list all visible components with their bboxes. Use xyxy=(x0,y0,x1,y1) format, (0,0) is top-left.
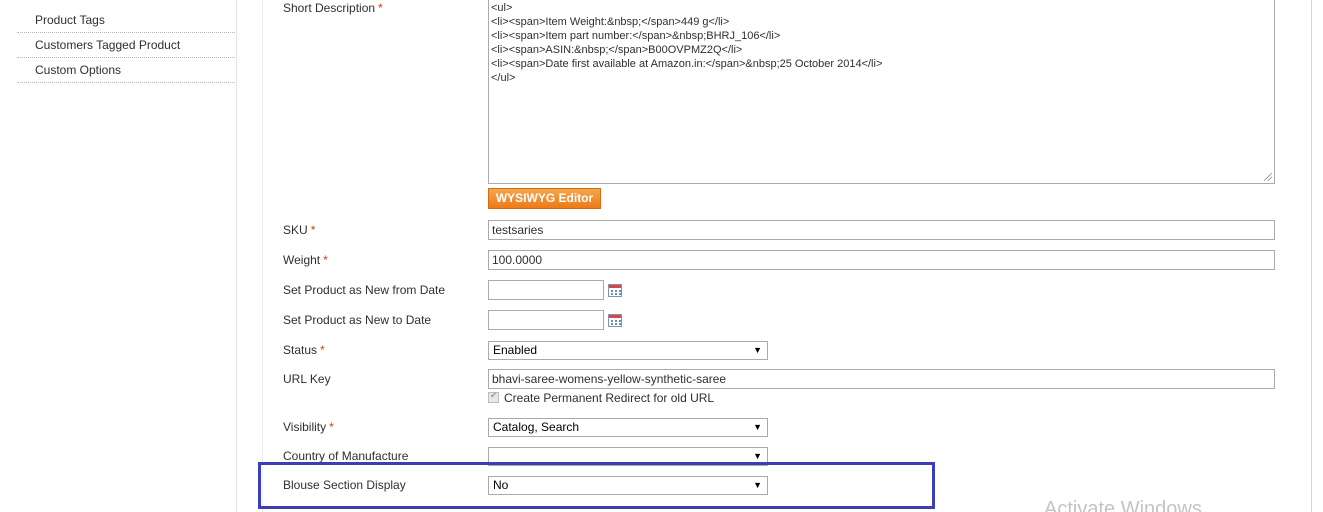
status-value: Enabled xyxy=(493,343,538,357)
visibility-select[interactable]: Catalog, Search ▼ xyxy=(488,418,768,437)
calendar-icon[interactable] xyxy=(608,284,622,297)
permanent-redirect-checkbox[interactable] xyxy=(488,390,499,403)
sku-label: SKU * xyxy=(283,223,316,237)
permanent-redirect-label: Create Permanent Redirect for old URL xyxy=(504,391,715,405)
required-mark: * xyxy=(310,223,316,237)
visibility-label: Visibility * xyxy=(283,420,334,434)
required-mark: * xyxy=(320,343,325,357)
sku-input[interactable]: testsaries xyxy=(488,220,1275,240)
new-to-date-label: Set Product as New to Date xyxy=(283,313,432,327)
required-mark: * xyxy=(329,420,334,434)
highlight-box xyxy=(258,462,935,509)
activate-windows-watermark: Activate Windows xyxy=(1044,498,1202,512)
weight-label: Weight * xyxy=(283,253,328,267)
content-divider xyxy=(236,0,237,512)
country-of-manufacture-label: Country of Manufacture xyxy=(283,449,409,463)
new-from-date-input[interactable] xyxy=(488,280,604,300)
visibility-value: Catalog, Search xyxy=(493,420,580,434)
short-description-textarea[interactable]: <ul> <li><span>Item Weight:&nbsp;</span>… xyxy=(488,0,1275,184)
required-mark: * xyxy=(323,253,328,267)
sidebar: Product Tags Customers Tagged Product Cu… xyxy=(17,0,237,83)
weight-input[interactable]: 100.0000 xyxy=(488,250,1275,270)
chevron-down-icon: ▼ xyxy=(753,422,762,432)
required-mark: * xyxy=(378,1,383,15)
new-to-date-input[interactable] xyxy=(488,310,604,330)
new-from-date-label: Set Product as New from Date xyxy=(283,283,446,297)
short-description-value: <ul> <li><span>Item Weight:&nbsp;</span>… xyxy=(491,2,883,84)
calendar-icon[interactable] xyxy=(608,314,622,327)
chevron-down-icon: ▼ xyxy=(753,345,762,355)
sidebar-item-product-tags[interactable]: Product Tags xyxy=(17,0,237,33)
permanent-redirect-row: Create Permanent Redirect for old URL xyxy=(488,390,715,405)
status-label: Status * xyxy=(283,343,325,357)
url-key-label: URL Key xyxy=(283,372,331,386)
status-select[interactable]: Enabled ▼ xyxy=(488,341,768,360)
short-description-label: Short Description * xyxy=(283,1,383,15)
sidebar-item-customers-tagged-product[interactable]: Customers Tagged Product xyxy=(17,33,237,58)
url-key-input[interactable]: bhavi-saree-womens-yellow-synthetic-sare… xyxy=(488,369,1275,389)
sidebar-item-custom-options[interactable]: Custom Options xyxy=(17,58,237,83)
resize-grip-icon[interactable] xyxy=(1264,173,1272,181)
fieldset-border xyxy=(262,0,263,512)
wysiwyg-editor-button[interactable]: WYSIWYG Editor xyxy=(488,188,601,209)
fieldset-border-right xyxy=(1311,0,1312,512)
